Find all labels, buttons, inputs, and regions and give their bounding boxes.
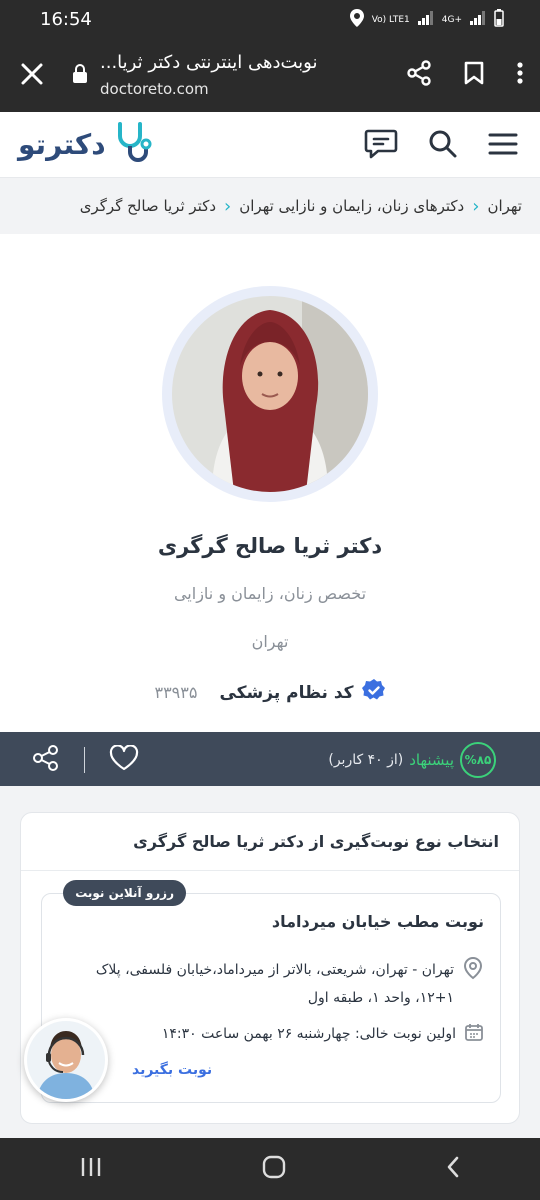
first-slot-row: اولین نوبت خالی: چهارشنبه ۲۶ بهمن ساعت ۱… [162, 1022, 484, 1046]
browser-actions [406, 60, 524, 90]
avatar-frame [162, 286, 378, 502]
breadcrumb-item-doctor: دکتر ثریا صالح گرگری [79, 197, 217, 215]
signal-icon-2 [470, 11, 486, 28]
medical-code-label-group: کد نظام پزشکی [219, 678, 385, 707]
lock-icon [72, 64, 88, 88]
location-pin-icon [462, 956, 484, 1012]
chevron-left-icon: ‹ [224, 195, 232, 217]
breadcrumb-item-specialty[interactable]: دکترهای زنان، زایمان و نازایی تهران [239, 197, 464, 215]
verified-badge-icon [361, 678, 386, 707]
doctor-profile: دکتر ثریا صالح گرگری تخصص زنان، زایمان و… [0, 234, 540, 732]
booking-card-header: انتخاب نوع نوبت‌گیری از دکتر ثریا صالح گ… [21, 813, 519, 871]
browser-page-title: نوبت‌دهی اینترنتی دکتر ثریا... [100, 52, 318, 73]
logo-text: دکترتو [18, 127, 106, 161]
doctor-specialty: تخصص زنان، زایمان و نازایی [173, 584, 367, 603]
recommendation-word: پیشنهاد [409, 751, 454, 769]
medical-code-label: کد نظام پزشکی [219, 682, 354, 703]
site-header: دکترتو [0, 112, 540, 178]
share-icon[interactable] [32, 744, 60, 776]
location-icon [349, 9, 364, 30]
recommendation-percent: %۸۵ [460, 742, 496, 778]
doctor-avatar [172, 296, 368, 492]
menu-icon[interactable] [488, 132, 518, 160]
medical-code-row: کد نظام پزشکی ۳۳۹۳۵ [0, 678, 540, 707]
online-booking-pill: رزرو آنلاین نوبت [63, 880, 186, 906]
office-address: تهران - تهران، شریعتی، بالاتر از میرداما… [95, 962, 454, 1006]
home-icon[interactable] [261, 1154, 287, 1184]
divider [84, 747, 85, 773]
status-bar: 16:54 Vo) LTE1 4G+ [0, 0, 540, 40]
network-label: Vo) LTE1 [371, 14, 410, 25]
share-icon[interactable] [406, 60, 432, 90]
doctor-city: تهران [251, 632, 289, 651]
status-time: 16:54 [40, 9, 92, 30]
signal-icon [417, 11, 434, 28]
recommendation-count: (از ۴۰ کاربر) [328, 752, 404, 768]
site-logo[interactable]: دکترتو [18, 120, 156, 168]
battery-icon [494, 9, 504, 30]
heart-icon[interactable] [109, 744, 139, 775]
system-nav-bar [0, 1138, 540, 1200]
browser-url[interactable]: doctoreto.com [100, 80, 209, 98]
more-vert-icon[interactable] [516, 61, 524, 89]
book-appointment-link[interactable]: نوبت بگیرید [132, 1062, 212, 1078]
office-booking-option[interactable]: رزرو آنلاین نوبت نوبت مطب خیابان میرداما… [41, 880, 501, 1103]
support-agent-button[interactable] [24, 1018, 108, 1102]
doctor-name: دکتر ثریا صالح گرگری [157, 534, 383, 558]
recent-apps-icon[interactable] [79, 1156, 103, 1182]
browser-toolbar: نوبت‌دهی اینترنتی دکتر ثریا... doctoreto… [0, 40, 540, 112]
profile-actions [32, 744, 139, 776]
breadcrumb: تهران ‹ دکترهای زنان، زایمان و نازایی ته… [0, 178, 540, 234]
first-slot-text: اولین نوبت خالی: چهارشنبه ۲۶ بهمن ساعت ۱… [161, 1026, 456, 1042]
status-icons: Vo) LTE1 4G+ [349, 9, 504, 30]
stethoscope-icon [112, 120, 156, 168]
office-address-row: تهران - تهران، شریعتی، بالاتر از میرداما… [64, 956, 484, 1012]
office-title: نوبت مطب خیابان میرداماد [271, 912, 484, 931]
support-agent-avatar [27, 1021, 105, 1099]
action-bar: %۸۵ پیشنهاد (از ۴۰ کاربر) [0, 732, 540, 786]
chevron-left-icon: ‹ [472, 195, 480, 217]
back-icon[interactable] [445, 1155, 461, 1183]
network-4g-label: 4G+ [441, 14, 462, 25]
header-actions [364, 128, 518, 164]
breadcrumb-item-city[interactable]: تهران [487, 197, 522, 215]
search-icon[interactable] [428, 129, 458, 163]
chat-icon[interactable] [364, 128, 398, 164]
medical-code-value: ۳۳۹۳۵ [154, 683, 198, 702]
recommendation: %۸۵ پیشنهاد (از ۴۰ کاربر) [328, 742, 496, 778]
bookmark-icon[interactable] [464, 61, 484, 89]
close-icon[interactable] [18, 60, 46, 88]
calendar-icon [464, 1022, 484, 1046]
